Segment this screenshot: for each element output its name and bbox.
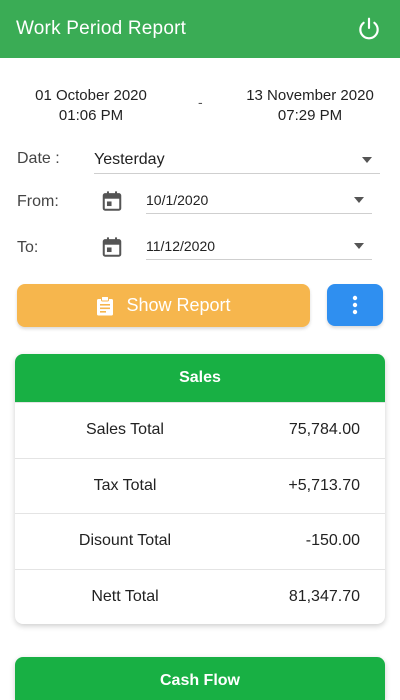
period-separator: -	[198, 94, 203, 110]
row-value: 75,784.00	[288, 421, 360, 439]
show-report-label: Show Report	[126, 295, 231, 315]
row-label: Sales Total	[86, 421, 164, 439]
row-value: 81,347.70	[288, 587, 360, 605]
row-label: Disount Total	[78, 532, 172, 550]
date-dropdown[interactable]: Yesterday	[94, 146, 380, 174]
to-label: To:	[17, 239, 39, 256]
period-end-time: 07:29 PM	[277, 107, 343, 124]
more-vert-icon	[352, 295, 358, 315]
cash-flow-card-header: Cash Flow	[15, 657, 385, 700]
page-title: Work Period Report	[16, 18, 187, 39]
show-report-button[interactable]: Show Report	[17, 284, 310, 327]
date-label: Date :	[17, 150, 60, 167]
sales-row-tax-total: Tax Total +5,713.70	[15, 457, 385, 514]
chevron-down-icon	[362, 156, 372, 163]
calendar-icon[interactable]	[101, 236, 123, 258]
cash-flow-title: Cash Flow	[159, 672, 240, 689]
row-value: +5,713.70	[288, 476, 360, 494]
work-period-range: 01 October 2020 01:06 PM - 13 November 2…	[0, 86, 400, 126]
row-label: Tax Total	[93, 476, 157, 494]
more-options-button[interactable]	[327, 284, 383, 326]
from-date-value: 10/1/2020	[146, 192, 209, 208]
power-icon	[359, 17, 379, 40]
sales-row-nett-total: Nett Total 81,347.70	[15, 568, 385, 625]
date-dropdown-value: Yesterday	[94, 150, 165, 168]
to-date-value: 11/12/2020	[146, 238, 216, 254]
period-start-date: 01 October 2020	[35, 87, 147, 104]
app-bar: Work Period Report	[0, 0, 400, 58]
row-label: Nett Total	[91, 587, 159, 605]
row-value: -150.00	[305, 532, 360, 550]
calendar-icon[interactable]	[101, 190, 123, 212]
power-button[interactable]	[354, 14, 384, 44]
period-start-time: 01:06 PM	[58, 107, 124, 124]
sales-title: Sales	[179, 369, 221, 386]
cash-flow-card: Cash Flow	[15, 657, 385, 700]
period-end: 13 November 2020 07:29 PM	[240, 86, 380, 126]
period-start: 01 October 2020 01:06 PM	[28, 86, 154, 126]
sales-card-header: Sales	[15, 354, 385, 402]
sales-row-sales-total: Sales Total 75,784.00	[15, 402, 385, 458]
sales-card: Sales Sales Total 75,784.00 Tax Total +5…	[15, 354, 385, 624]
period-end-date: 13 November 2020	[246, 87, 374, 104]
to-date-dropdown[interactable]: 11/12/2020	[146, 233, 372, 260]
from-date-dropdown[interactable]: 10/1/2020	[146, 187, 372, 214]
sales-row-discount-total: Disount Total -150.00	[15, 513, 385, 569]
from-label: From:	[17, 193, 59, 210]
chevron-down-icon	[354, 197, 364, 203]
clipboard-icon	[97, 295, 114, 315]
chevron-down-icon	[354, 243, 364, 249]
